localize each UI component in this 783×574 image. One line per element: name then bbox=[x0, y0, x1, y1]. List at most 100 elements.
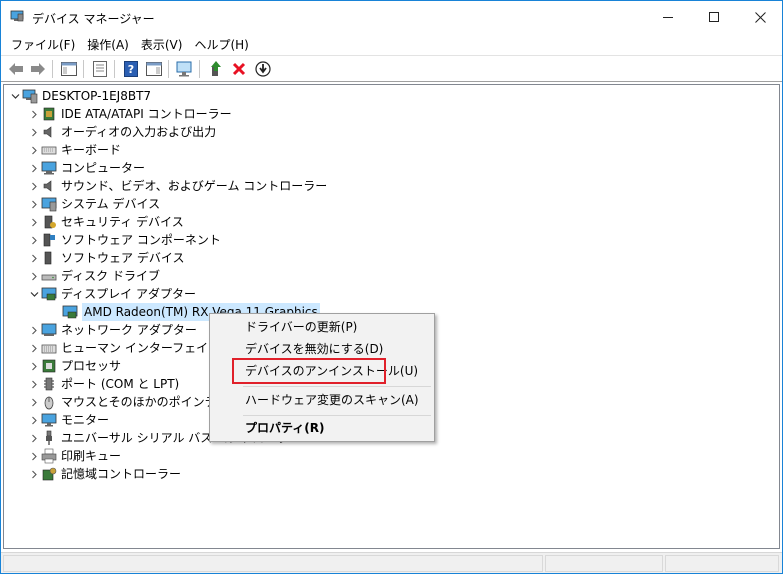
tree-item-label: キーボード bbox=[61, 143, 122, 157]
chevron-right-icon[interactable] bbox=[27, 177, 41, 195]
chevron-down-icon[interactable] bbox=[8, 87, 22, 105]
tree-item-sound[interactable]: サウンド、ビデオ、およびゲーム コントローラー bbox=[27, 177, 327, 195]
minimize-icon bbox=[663, 16, 673, 18]
status-bar bbox=[1, 552, 782, 573]
tree-root[interactable]: DESKTOP-1EJ8BT7 bbox=[8, 87, 151, 105]
chevron-right-icon[interactable] bbox=[27, 465, 41, 483]
download-icon bbox=[255, 61, 271, 77]
tree-item-print-queue[interactable]: 印刷キュー bbox=[27, 447, 121, 465]
uninstall-device-button[interactable] bbox=[229, 59, 249, 79]
tree-item-port[interactable]: ポート (COM と LPT) bbox=[27, 375, 179, 393]
properties-button[interactable] bbox=[90, 59, 110, 79]
menu-scan-hardware[interactable]: ハードウェア変更のスキャン(A) bbox=[212, 389, 432, 411]
toolbar-separator bbox=[83, 60, 84, 78]
update-driver-icon bbox=[211, 61, 221, 76]
chevron-right-icon[interactable] bbox=[27, 375, 41, 393]
update-driver-button[interactable] bbox=[206, 59, 226, 79]
security-device-icon bbox=[44, 215, 56, 229]
tree-item-label: ポート (COM と LPT) bbox=[61, 377, 180, 391]
tree-item-label: ソフトウェア コンポーネント bbox=[61, 233, 221, 247]
chevron-right-icon[interactable] bbox=[27, 267, 41, 285]
computer-icon bbox=[41, 161, 57, 175]
tree-item-label: ディスプレイ アダプター bbox=[61, 287, 196, 301]
chevron-down-icon[interactable] bbox=[27, 285, 41, 303]
tree-item-label: セキュリティ デバイス bbox=[61, 215, 184, 229]
tree-item-display-adapter[interactable]: ディスプレイ アダプター bbox=[27, 285, 196, 303]
forward-button[interactable] bbox=[28, 59, 48, 79]
device-manager-app-icon bbox=[10, 10, 24, 22]
enable-device-button[interactable] bbox=[253, 59, 273, 79]
tree-item-keyboard[interactable]: キーボード bbox=[27, 141, 121, 159]
tree-item-network-adapter[interactable]: ネットワーク アダプター bbox=[27, 321, 197, 339]
chevron-right-icon[interactable] bbox=[27, 429, 41, 447]
status-segment bbox=[3, 555, 543, 572]
chevron-right-icon[interactable] bbox=[27, 411, 41, 429]
tree-item-processor[interactable]: プロセッサ bbox=[27, 357, 121, 375]
tree-item-label: IDE ATA/ATAPI コントローラー bbox=[61, 107, 232, 121]
close-button[interactable] bbox=[737, 1, 783, 33]
forward-icon bbox=[31, 63, 45, 75]
chevron-right-icon[interactable] bbox=[27, 321, 41, 339]
menu-properties[interactable]: プロパティ(R) bbox=[212, 417, 432, 439]
close-icon bbox=[754, 11, 766, 23]
console-tree-button[interactable] bbox=[59, 59, 79, 79]
chevron-right-icon[interactable] bbox=[27, 213, 41, 231]
chevron-right-icon[interactable] bbox=[27, 123, 41, 141]
tree-item-software-component[interactable]: ソフトウェア コンポーネント bbox=[27, 231, 221, 249]
tree-item-label: 印刷キュー bbox=[61, 449, 122, 463]
device-tree: DESKTOP-1EJ8BT7 IDE ATA/ATAPI コントローラー オー… bbox=[3, 84, 780, 549]
scan-hardware-button[interactable] bbox=[175, 59, 195, 79]
tree-item-security[interactable]: セキュリティ デバイス bbox=[27, 213, 184, 231]
menu-update-driver[interactable]: ドライバーの更新(P) bbox=[212, 316, 432, 338]
tree-item-label: コンピューター bbox=[61, 161, 146, 175]
tree-item-software-device[interactable]: ソフトウェア デバイス bbox=[27, 249, 184, 267]
action-pane-icon bbox=[146, 62, 162, 76]
device-manager-window: デバイス マネージャー ファイル(F) 操作(A) 表示(V) ヘルプ(H) ? bbox=[0, 0, 783, 574]
tree-item-ide[interactable]: IDE ATA/ATAPI コントローラー bbox=[27, 105, 232, 123]
mouse-icon bbox=[44, 396, 54, 410]
tree-item-label: ディスク ドライブ bbox=[61, 269, 160, 283]
back-button[interactable] bbox=[6, 59, 26, 79]
tree-item-disk-drive[interactable]: ディスク ドライブ bbox=[27, 267, 160, 285]
chevron-right-icon[interactable] bbox=[27, 195, 41, 213]
tree-item-audio[interactable]: オーディオの入力および出力 bbox=[27, 123, 216, 141]
chevron-right-icon[interactable] bbox=[27, 357, 41, 375]
tree-item-storage-controller[interactable]: 記憶域コントローラー bbox=[27, 465, 181, 483]
ide-controller-icon bbox=[43, 107, 55, 121]
maximize-button[interactable] bbox=[691, 1, 737, 33]
tree-item-label: 記憶域コントローラー bbox=[61, 467, 182, 481]
tree-item-label: システム デバイス bbox=[61, 197, 161, 211]
computer-root-icon bbox=[22, 89, 38, 104]
tree-item-monitor[interactable]: モニター bbox=[27, 411, 109, 429]
menu-disable-device[interactable]: デバイスを無効にする(D) bbox=[212, 338, 432, 360]
menu-file[interactable]: ファイル(F) bbox=[5, 33, 81, 54]
chevron-right-icon[interactable] bbox=[27, 231, 41, 249]
sound-icon bbox=[43, 180, 52, 192]
tree-item-system[interactable]: システム デバイス bbox=[27, 195, 160, 213]
menu-bar: ファイル(F) 操作(A) 表示(V) ヘルプ(H) bbox=[1, 33, 782, 54]
display-adapter-icon bbox=[62, 305, 78, 319]
help-button[interactable]: ? bbox=[121, 59, 141, 79]
chevron-right-icon[interactable] bbox=[27, 339, 41, 357]
chevron-right-icon[interactable] bbox=[27, 249, 41, 267]
tree-item-computer[interactable]: コンピューター bbox=[27, 159, 145, 177]
monitor-icon bbox=[41, 413, 57, 427]
back-icon bbox=[9, 63, 23, 75]
title-bar: デバイス マネージャー bbox=[1, 1, 782, 33]
menu-help[interactable]: ヘルプ(H) bbox=[188, 33, 254, 54]
menu-action[interactable]: 操作(A) bbox=[81, 33, 135, 54]
chevron-right-icon[interactable] bbox=[27, 159, 41, 177]
software-device-icon bbox=[44, 251, 52, 265]
chevron-right-icon[interactable] bbox=[27, 141, 41, 159]
chevron-right-icon[interactable] bbox=[27, 393, 41, 411]
keyboard-icon bbox=[41, 146, 57, 155]
software-component-icon bbox=[43, 233, 55, 247]
minimize-button[interactable] bbox=[645, 1, 691, 33]
tree-item-label: サウンド、ビデオ、およびゲーム コントローラー bbox=[61, 179, 328, 193]
menu-view[interactable]: 表示(V) bbox=[135, 33, 189, 54]
chevron-right-icon[interactable] bbox=[27, 105, 41, 123]
print-queue-icon bbox=[41, 448, 57, 464]
chevron-right-icon[interactable] bbox=[27, 447, 41, 465]
action-pane-button[interactable] bbox=[144, 59, 164, 79]
uninstall-icon bbox=[232, 62, 246, 76]
